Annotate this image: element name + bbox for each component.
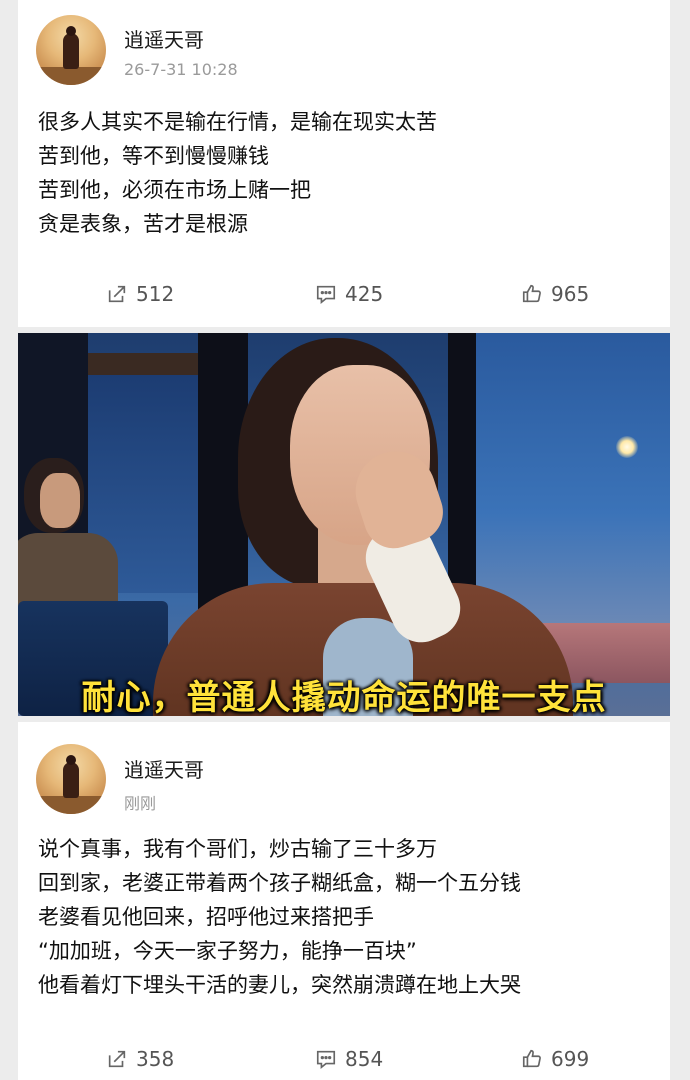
username[interactable]: 逍遥天哥 <box>124 24 204 53</box>
thumbs-up-icon <box>522 1049 541 1068</box>
post-line: “加加班，今天一家子努力，能挣一百块” <box>38 939 417 963</box>
share-icon <box>108 1050 126 1068</box>
post-card-1: 逍遥天哥 26-7-31 10:28 很多人其实不是输在行情，是输在现实太苦 苦… <box>18 0 670 327</box>
comment-count: 425 <box>345 282 384 306</box>
post-card-2: 逍遥天哥 刚刚 说个真事，我有个哥们，炒古输了三十多万 回到家，老婆正带着两个孩… <box>18 722 670 1080</box>
passenger-face <box>40 473 80 528</box>
post-line: 他看着灯下埋头干活的妻儿，突然崩溃蹲在地上大哭 <box>38 973 521 997</box>
share-icon <box>108 285 126 303</box>
post-time: 刚刚 <box>124 794 157 813</box>
comment-icon <box>316 1050 336 1069</box>
avatar[interactable] <box>36 744 106 814</box>
action-bar: 358 854 699 <box>18 1047 670 1077</box>
post-line: 老婆看见他回来，招呼他过来搭把手 <box>38 905 374 929</box>
comment-button[interactable]: 425 <box>315 282 383 306</box>
share-count: 512 <box>136 282 175 306</box>
post-line: 回到家，老婆正带着两个孩子糊纸盒，糊一个五分钱 <box>38 871 521 895</box>
share-count: 358 <box>136 1047 175 1071</box>
post-text: 说个真事，我有个哥们，炒古输了三十多万 回到家，老婆正带着两个孩子糊纸盒，糊一个… <box>38 832 521 1002</box>
street-lamp <box>616 436 638 458</box>
thumbs-up-icon <box>522 284 541 303</box>
like-button[interactable]: 965 <box>521 282 589 306</box>
post-text: 很多人其实不是输在行情，是输在现实太苦 苦到他，等不到慢慢赚钱 苦到他，必须在市… <box>38 105 437 241</box>
comment-button[interactable]: 854 <box>315 1047 383 1071</box>
post-line: 苦到他，等不到慢慢赚钱 <box>38 144 269 168</box>
hero-image: 耐心，普通人撬动命运的唯一支点 <box>18 333 670 716</box>
post-line: 贪是表象，苦才是根源 <box>38 212 248 236</box>
avatar-figure <box>63 755 79 798</box>
avatar[interactable] <box>36 15 106 85</box>
avatar-ground <box>36 796 106 814</box>
like-count: 699 <box>551 1047 590 1071</box>
post-time: 26-7-31 10:28 <box>124 60 238 79</box>
avatar-figure <box>63 26 79 69</box>
comment-icon <box>316 285 336 304</box>
image-caption: 耐心，普通人撬动命运的唯一支点 <box>81 678 607 716</box>
username[interactable]: 逍遥天哥 <box>124 754 204 783</box>
bus-window-right <box>473 333 670 633</box>
post-line: 很多人其实不是输在行情，是输在现实太苦 <box>38 110 437 134</box>
post-line: 苦到他，必须在市场上赌一把 <box>38 178 311 202</box>
like-button[interactable]: 699 <box>521 1047 589 1071</box>
comment-count: 854 <box>345 1047 384 1071</box>
avatar-ground <box>36 67 106 85</box>
share-button[interactable]: 358 <box>106 1047 174 1071</box>
bus-frame <box>88 353 198 375</box>
post-line: 说个真事，我有个哥们，炒古输了三十多万 <box>38 837 437 861</box>
action-bar: 512 425 965 <box>18 282 670 312</box>
like-count: 965 <box>551 282 590 306</box>
share-button[interactable]: 512 <box>106 282 174 306</box>
